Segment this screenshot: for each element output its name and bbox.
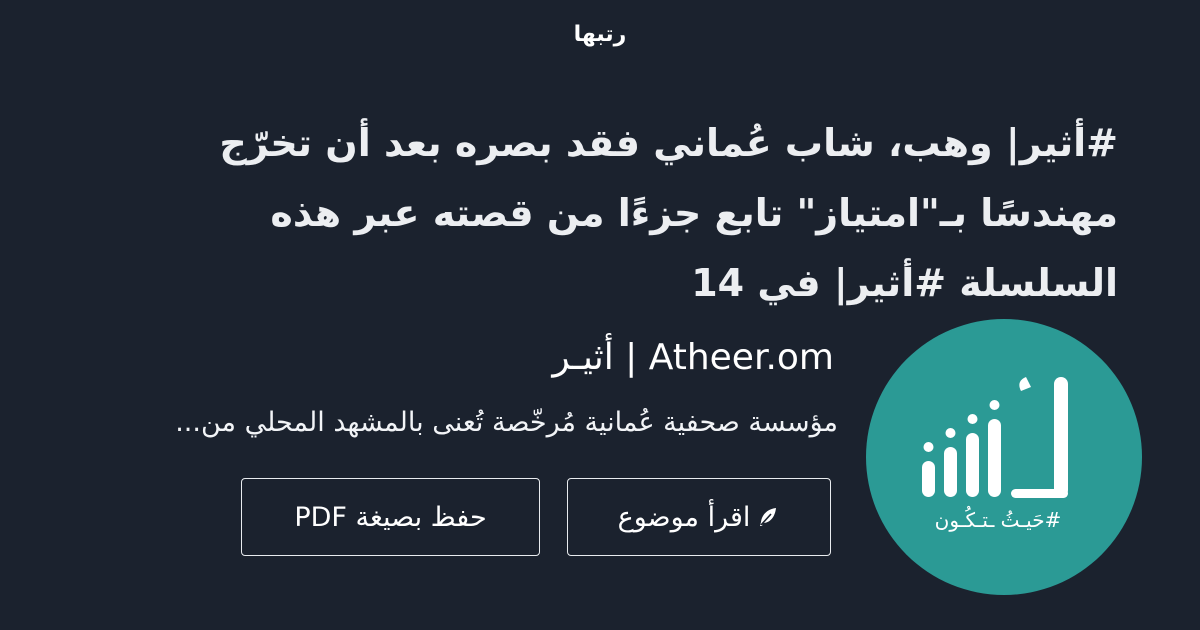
article-title: #أثير| وهب، شاب عُماني فقد بصره بعد أن ت… <box>219 121 1118 305</box>
read-article-button[interactable]: اقرأ موضوع <box>567 478 831 556</box>
brand-logo: #حَيـثُ ـتـكُـون <box>866 319 1142 595</box>
save-pdf-label: حفظ بصيغة PDF <box>294 501 487 533</box>
logo-mark: #حَيـثُ ـتـكُـون <box>922 377 1068 532</box>
logo-tagline: #حَيـثُ ـتـكُـون <box>935 506 1062 532</box>
save-pdf-button[interactable]: حفظ بصيغة PDF <box>241 478 540 556</box>
brand-description: مؤسسة صحفية عُمانية مُرخّصة تُعنى بالمشه… <box>175 407 838 438</box>
read-article-label: اقرأ موضوع <box>617 501 751 533</box>
site-label: رتبها <box>573 22 627 47</box>
feather-icon <box>760 508 777 526</box>
brand-name: أثيـر | Atheer.om <box>552 337 834 378</box>
